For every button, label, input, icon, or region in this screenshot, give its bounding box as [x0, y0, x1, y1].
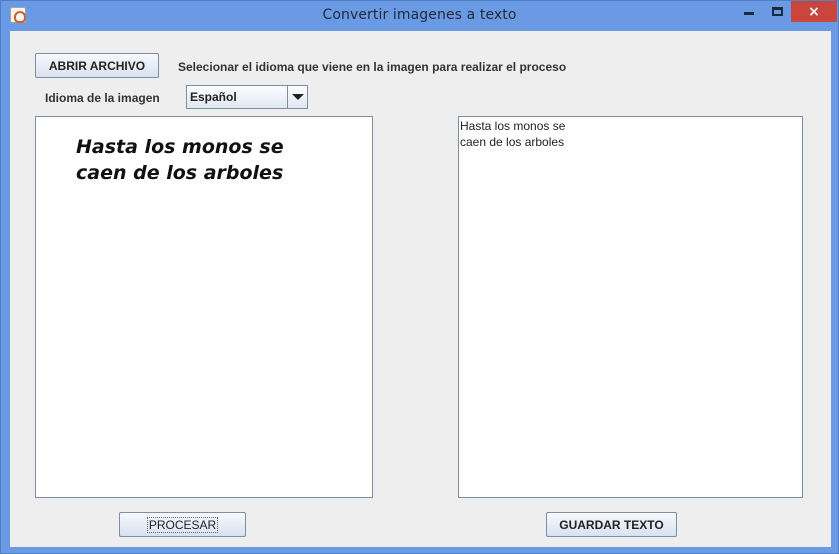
title-bar[interactable]: Convertir imagenes a texto × [1, 1, 838, 31]
preview-image-line: caen de los arboles [76, 162, 284, 184]
maximize-icon [772, 7, 783, 16]
language-label: Idioma de la imagen [45, 91, 160, 105]
ocr-output-textarea[interactable]: Hasta los monos se caen de los arboles [458, 116, 803, 498]
close-button[interactable]: × [791, 1, 837, 22]
ocr-output-line: Hasta los monos se [460, 119, 566, 133]
maximize-button[interactable] [764, 1, 791, 22]
instructions-label: Selecionar el idioma que viene en la ima… [178, 60, 567, 74]
ocr-output-line: caen de los arboles [460, 135, 565, 149]
dropdown-arrow-button[interactable] [287, 86, 307, 108]
window-title: Convertir imagenes a texto [322, 7, 517, 23]
chevron-down-icon [291, 94, 304, 100]
language-select[interactable]: Español [186, 85, 308, 109]
preview-image: Hasta los monos se caen de los arboles [76, 134, 284, 186]
content-panel: ABRIR ARCHIVO Selecionar el idioma que v… [10, 31, 831, 547]
minimize-icon [743, 12, 754, 15]
language-selected-value: Español [190, 90, 237, 104]
minimize-button[interactable] [735, 1, 762, 22]
save-text-button[interactable]: GUARDAR TEXTO [546, 512, 677, 537]
preview-image-line: Hasta los monos se [76, 136, 284, 158]
open-file-button[interactable]: ABRIR ARCHIVO [35, 53, 159, 78]
app-window: Convertir imagenes a texto × ABRIR ARCHI… [0, 0, 839, 554]
image-preview-panel: Hasta los monos se caen de los arboles [35, 116, 373, 498]
process-button[interactable]: PROCESAR [119, 512, 246, 537]
close-icon: × [808, 3, 820, 20]
process-button-label: PROCESAR [146, 516, 219, 533]
